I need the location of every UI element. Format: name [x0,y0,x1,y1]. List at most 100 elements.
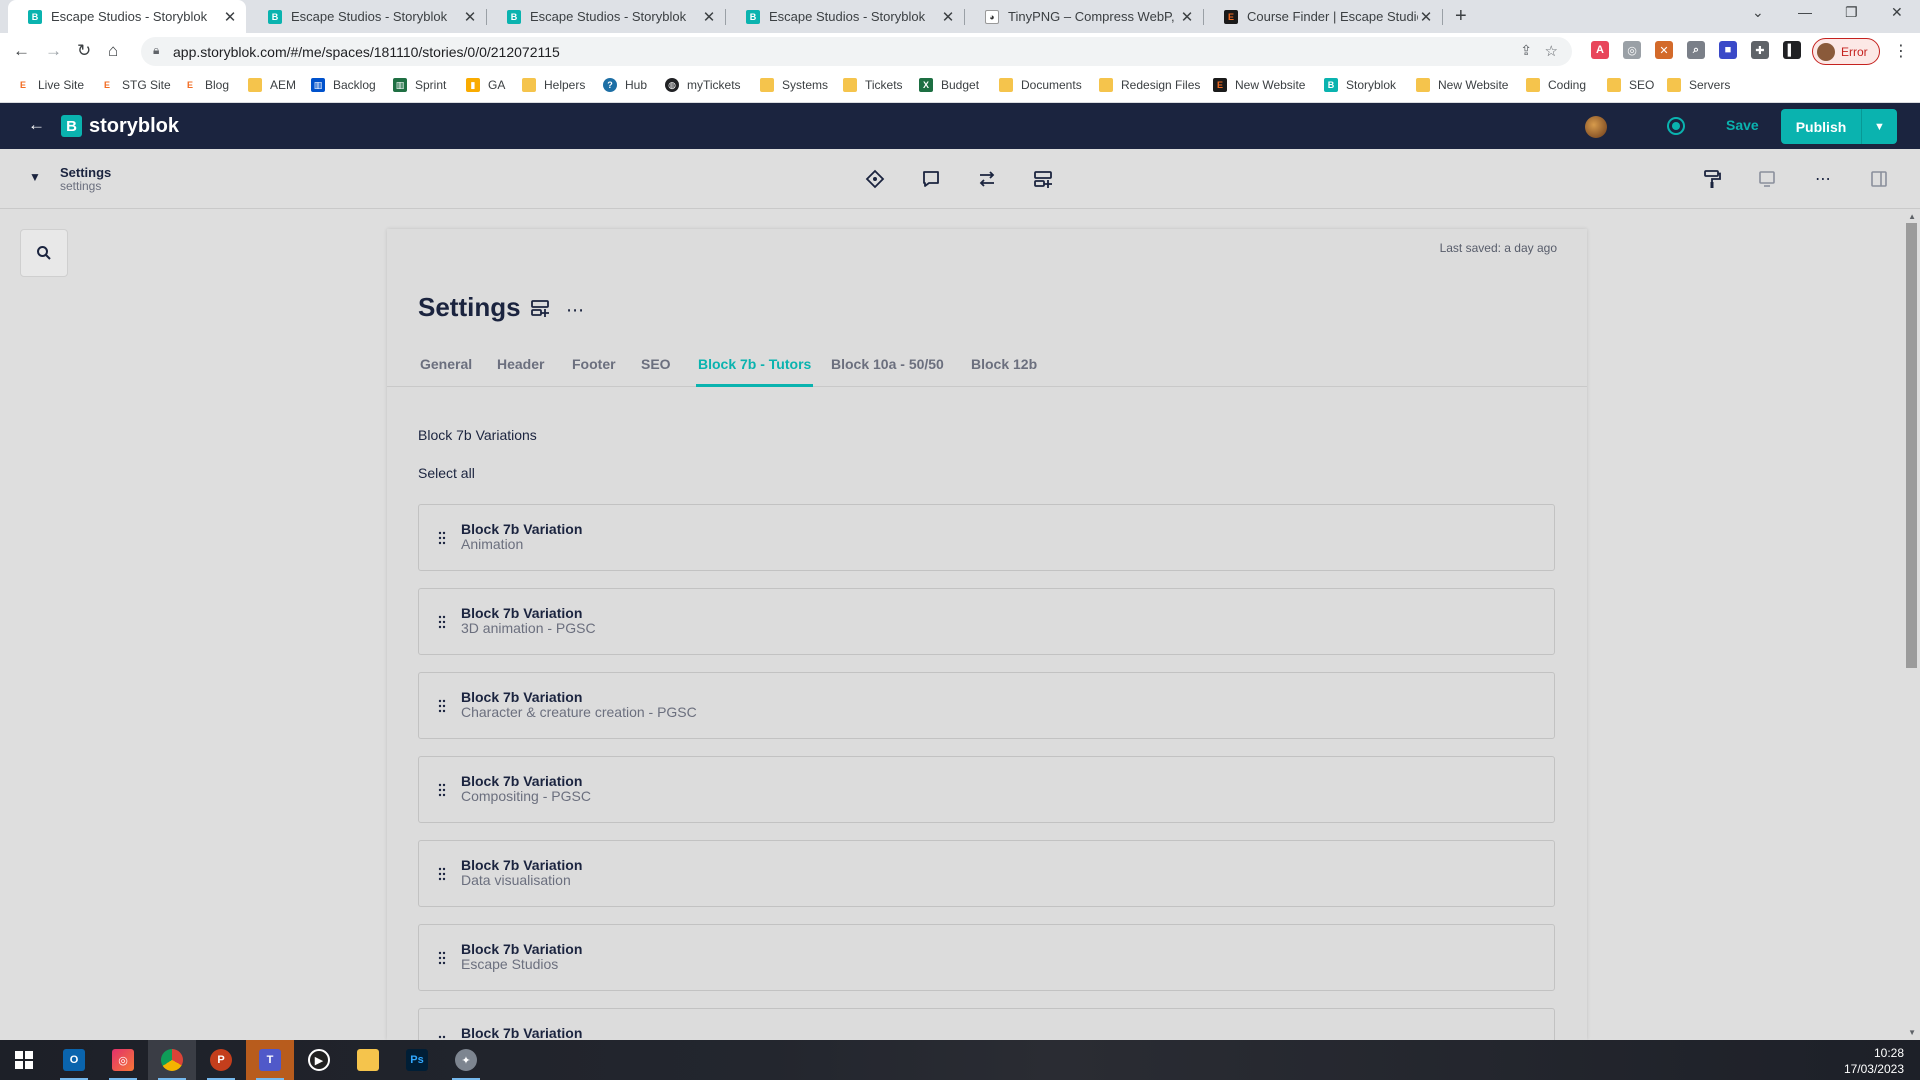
bookmark-item[interactable]: ◍ myTickets [665,78,741,92]
close-tab-icon[interactable]: ✕ [940,8,956,26]
drag-handle-icon[interactable] [438,867,446,881]
story-name[interactable]: Settings [60,165,111,180]
close-tab-icon[interactable]: ✕ [701,8,717,26]
taskbar-app[interactable]: ◎ [99,1040,147,1080]
avatar[interactable] [1585,116,1607,138]
bookmark-item[interactable]: E New Website [1213,78,1305,92]
device-preview-icon[interactable] [1756,168,1778,190]
drag-handle-icon[interactable] [438,699,446,713]
back-arrow-icon[interactable]: ← [13,41,30,61]
list-item[interactable]: Block 7b Variation 3D animation - PGSC [418,588,1555,655]
taskbar-outlook[interactable]: O [50,1040,98,1080]
tab-general[interactable]: General [420,356,472,387]
tab-block-12b[interactable]: Block 12b [971,356,1037,387]
bookmark-item[interactable]: ▥ Sprint [393,78,446,92]
forward-arrow-icon[interactable]: → [45,41,62,61]
close-tab-icon[interactable]: ✕ [222,8,238,26]
bookmark-item[interactable]: Systems [760,78,828,92]
close-tab-icon[interactable]: ✕ [1179,8,1195,26]
add-block-icon[interactable] [1032,168,1054,190]
bookmark-item[interactable]: E STG Site [100,78,171,92]
preview-status-icon[interactable] [1667,117,1685,135]
taskbar-powerpoint[interactable]: P [197,1040,245,1080]
diamond-block-icon[interactable] [864,168,886,190]
tab-block-10a[interactable]: Block 10a - 50/50 [831,356,944,387]
search-button[interactable] [20,229,68,277]
browser-tab[interactable]: B Escape Studios - Storyblok ✕ [726,0,965,33]
close-tab-icon[interactable]: ✕ [1418,8,1434,26]
comment-icon[interactable] [920,168,942,190]
taskbar-media[interactable]: ▶ [295,1040,343,1080]
lock-icon[interactable]: 🔒︎ [153,43,159,58]
bookmark-item[interactable]: Tickets [843,78,903,92]
bookmark-item[interactable]: ▮ GA [466,78,505,92]
browser-tab[interactable]: B Escape Studios - Storyblok ✕ [487,0,726,33]
browser-tab[interactable]: B Escape Studios - Storyblok ✕ [8,0,246,33]
drag-handle-icon[interactable] [438,783,446,797]
reload-icon[interactable]: ↻ [77,41,91,61]
minimize-window-icon[interactable]: — [1798,4,1812,20]
profile-error-button[interactable]: Error [1812,38,1880,65]
scrollbar-thumb[interactable] [1906,223,1917,668]
bookmark-item[interactable]: Servers [1667,78,1730,92]
list-item[interactable]: Block 7b Variation Escape Studios [418,924,1555,991]
bookmark-item[interactable]: ? Hub [603,78,647,92]
start-button[interactable] [0,1040,48,1080]
taskbar-chrome[interactable] [148,1040,196,1080]
taskbar-photoshop[interactable]: Ps [393,1040,441,1080]
cross-extension-icon[interactable]: ✕ [1655,41,1673,59]
bookmark-item[interactable]: X Budget [919,78,979,92]
taskbar-teams[interactable]: T [246,1040,294,1080]
bookmark-item[interactable]: B Storyblok [1324,78,1396,92]
bookmark-item[interactable]: E Blog [183,78,229,92]
bookmark-item[interactable]: ▥ Backlog [311,78,376,92]
address-bar[interactable]: 🔒︎ app.storyblok.com/#/me/spaces/181110/… [141,37,1572,66]
compare-arrows-icon[interactable] [976,168,998,190]
browser-tab[interactable]: E Course Finder | Escape Studios ✕ [1204,0,1443,33]
bookmark-item[interactable]: New Website [1416,78,1508,92]
tab-search-chevron-icon[interactable]: ⌄ [1752,4,1764,21]
meeting-extension-icon[interactable]: ■ [1719,41,1737,59]
close-window-icon[interactable]: ✕ [1891,4,1903,21]
tab-header[interactable]: Header [497,356,544,387]
chevron-down-icon[interactable]: ▼ [29,170,41,184]
list-item[interactable]: Block 7b Variation Animation [418,504,1555,571]
bookmark-star-icon[interactable]: ☆ [1545,42,1558,60]
select-all-button[interactable]: Select all [418,465,475,481]
bookmark-item[interactable]: SEO [1607,78,1654,92]
taskbar-explorer[interactable] [344,1040,392,1080]
save-button[interactable]: Save [1726,117,1759,133]
drag-handle-icon[interactable] [438,615,446,629]
list-item[interactable]: Block 7b Variation [418,1008,1555,1040]
close-tab-icon[interactable]: ✕ [462,8,478,26]
more-options-icon[interactable]: ⋯ [1812,168,1834,190]
tab-footer[interactable]: Footer [572,356,616,387]
taskbar-app[interactable]: ✦ [442,1040,490,1080]
publish-dropdown-chevron-icon[interactable]: ▼ [1861,109,1897,144]
browser-tab[interactable]: ◕ TinyPNG – Compress WebP, PNG ✕ [965,0,1204,33]
pdf-extension-icon[interactable]: A [1591,41,1609,59]
camera-extension-icon[interactable]: ◎ [1623,41,1641,59]
bookmark-item[interactable]: AEM [248,78,296,92]
scroll-up-arrow-icon[interactable]: ▲ [1908,212,1916,221]
block-settings-icon[interactable] [530,298,550,323]
zoom-extension-icon[interactable]: ⌕ [1687,41,1705,59]
tab-seo[interactable]: SEO [641,356,671,387]
browser-tab[interactable]: B Escape Studios - Storyblok ✕ [248,0,487,33]
side-panel-icon[interactable]: ▍ [1783,41,1801,59]
tab-block-7b-tutors[interactable]: Block 7b - Tutors [696,356,814,387]
list-item[interactable]: Block 7b Variation Character & creature … [418,672,1555,739]
share-icon[interactable]: ⇪ [1520,42,1532,59]
drag-handle-icon[interactable] [438,951,446,965]
publish-button[interactable]: Publish [1781,119,1861,135]
scroll-down-arrow-icon[interactable]: ▼ [1908,1028,1916,1037]
drag-handle-icon[interactable] [438,531,446,545]
home-icon[interactable]: ⌂ [108,41,118,61]
bookmark-item[interactable]: E Live Site [16,78,84,92]
list-item[interactable]: Block 7b Variation Compositing - PGSC [418,756,1555,823]
bookmark-item[interactable]: Redesign Files [1099,78,1200,92]
address-bar-url[interactable]: app.storyblok.com/#/me/spaces/181110/sto… [173,44,560,60]
bookmark-item[interactable]: Helpers [522,78,585,92]
bookmark-item[interactable]: Documents [999,78,1082,92]
title-more-icon[interactable]: ⋯ [566,300,584,321]
